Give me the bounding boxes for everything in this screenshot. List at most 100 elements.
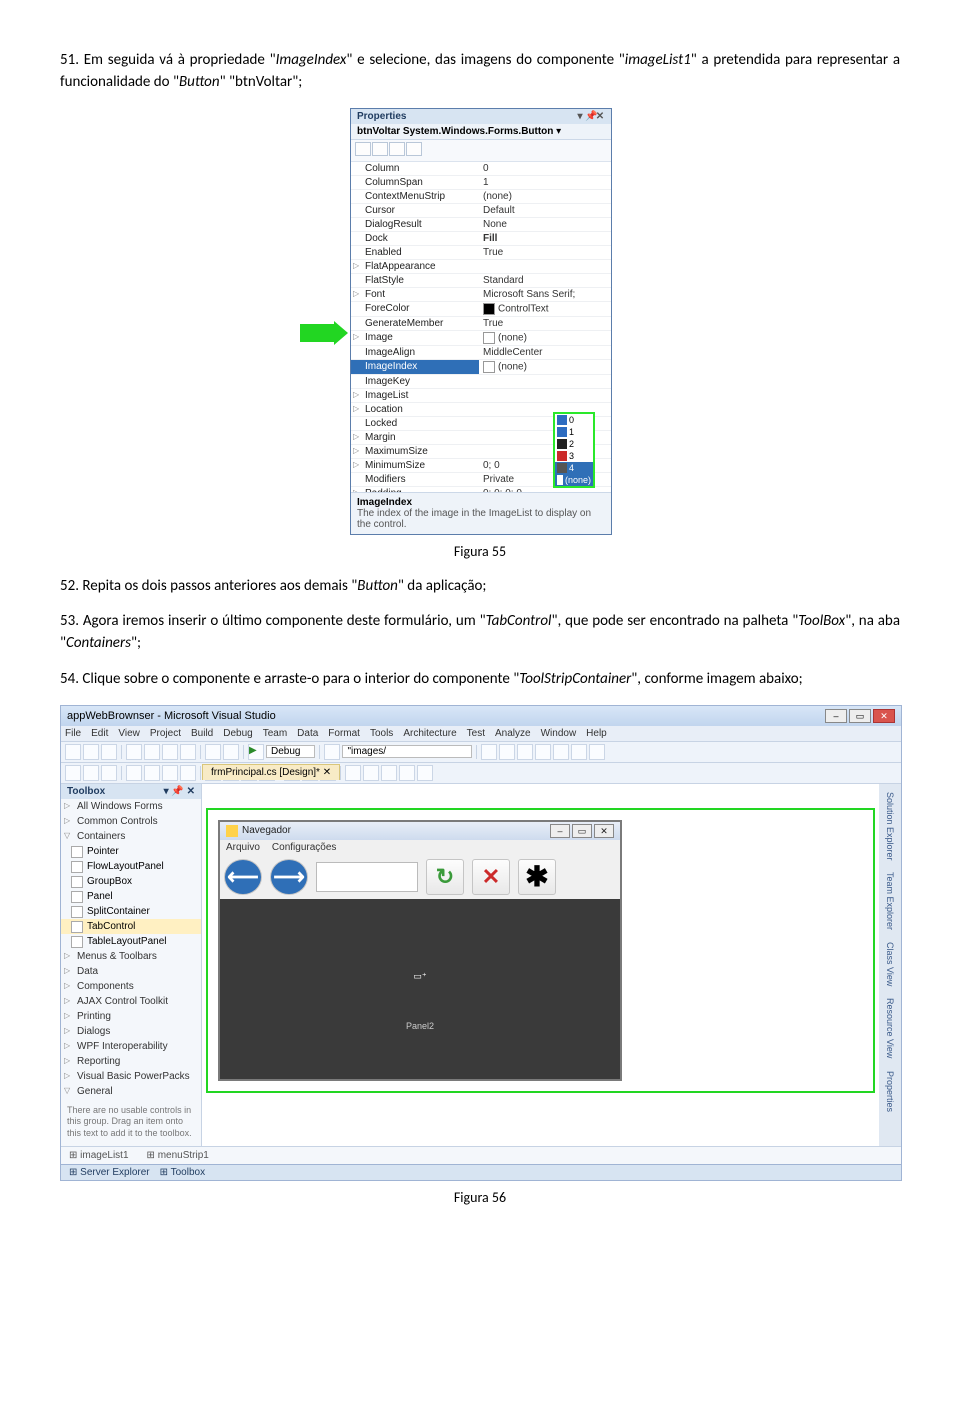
- toolbox-group[interactable]: Common Controls: [61, 814, 201, 829]
- designer-surface[interactable]: Navegador –▭✕ Arquivo Configurações ⟵ ⟶ ↻…: [206, 808, 875, 1093]
- toolbox-item[interactable]: Pointer: [61, 844, 201, 859]
- toolbox-item[interactable]: FlowLayoutPanel: [61, 859, 201, 874]
- document-tab[interactable]: frmPrincipal.cs [Design]* ✕: [202, 764, 340, 780]
- properties-panel: Properties ▾📌✕ btnVoltar System.Windows.…: [350, 108, 612, 535]
- property-row[interactable]: FlatAppearance: [351, 260, 611, 274]
- config-combo[interactable]: Debug: [266, 745, 315, 758]
- status-item[interactable]: ⊞ Server Explorer: [69, 1167, 150, 1178]
- property-row[interactable]: ForeColorControlText: [351, 302, 611, 317]
- form-menu-item[interactable]: Configurações: [272, 842, 336, 853]
- selected-object[interactable]: btnVoltar System.Windows.Forms.Button ▾: [351, 124, 611, 140]
- vs-menu-bar[interactable]: File Edit View Project Build Debug Team Data For…: [61, 726, 901, 742]
- property-row[interactable]: ImageKey: [351, 375, 611, 389]
- property-grid[interactable]: Column0ColumnSpan1ContextMenuStrip(none)…: [351, 162, 611, 492]
- menu-item[interactable]: Analyze: [495, 728, 531, 739]
- refresh-button[interactable]: ↻: [426, 859, 464, 895]
- form-title: Navegador: [242, 825, 291, 836]
- highlight-arrow: [300, 324, 336, 342]
- menu-item[interactable]: File: [65, 728, 81, 739]
- property-row[interactable]: FlatStyleStandard: [351, 274, 611, 288]
- form-menu-item[interactable]: Arquivo: [226, 842, 260, 853]
- property-row[interactable]: Image(none): [351, 331, 611, 346]
- side-tab[interactable]: Properties: [885, 1067, 895, 1116]
- vs-toolbar-2[interactable]: [61, 763, 901, 784]
- toolbox-group[interactable]: Menus & Toolbars: [61, 949, 201, 964]
- tray-item[interactable]: ⊞ imageList1: [69, 1150, 129, 1161]
- toolbox-item[interactable]: Panel: [61, 889, 201, 904]
- menu-item[interactable]: Window: [541, 728, 577, 739]
- properties-toolbar[interactable]: [351, 140, 611, 162]
- form-body[interactable]: ▭⁺ Panel2: [220, 899, 620, 1079]
- toolbox-group[interactable]: Data: [61, 964, 201, 979]
- panel2-label: Panel2: [406, 1021, 434, 1031]
- form-toolbar: ⟵ ⟶ ↻ ✕ ✱: [220, 855, 620, 899]
- toolbox-group[interactable]: General: [61, 1084, 201, 1099]
- toolbox-group[interactable]: AJAX Control Toolkit: [61, 994, 201, 1009]
- menu-item[interactable]: Project: [150, 728, 181, 739]
- form-menu[interactable]: Arquivo Configurações: [220, 840, 620, 855]
- toolbox-group[interactable]: All Windows Forms: [61, 799, 201, 814]
- toolbox-group[interactable]: Reporting: [61, 1054, 201, 1069]
- property-row[interactable]: DockFill: [351, 232, 611, 246]
- toolbox-item[interactable]: SplitContainer: [61, 904, 201, 919]
- status-bar[interactable]: ⊞ Server Explorer ⊞ Toolbox: [61, 1164, 901, 1180]
- property-row[interactable]: ColumnSpan1: [351, 176, 611, 190]
- property-row[interactable]: GenerateMemberTrue: [351, 317, 611, 331]
- property-row[interactable]: ContextMenuStrip(none): [351, 190, 611, 204]
- property-row[interactable]: CursorDefault: [351, 204, 611, 218]
- toolbox-group[interactable]: Dialogs: [61, 1024, 201, 1039]
- menu-item[interactable]: View: [118, 728, 140, 739]
- form-title-bar: Navegador –▭✕: [220, 822, 620, 840]
- search-combo[interactable]: "images/: [342, 745, 472, 758]
- vs-title-bar[interactable]: appWebBrownser - Microsoft Visual Studio…: [61, 706, 901, 726]
- vs-toolbar-1[interactable]: ▶ Debug "images/: [61, 742, 901, 763]
- panel-controls[interactable]: ▾📌✕: [575, 111, 605, 122]
- forward-button[interactable]: ⟶: [270, 859, 308, 895]
- menu-item[interactable]: Debug: [223, 728, 252, 739]
- side-tab[interactable]: Solution Explorer: [885, 788, 895, 865]
- menu-item[interactable]: Tools: [370, 728, 393, 739]
- side-tab[interactable]: Team Explorer: [885, 868, 895, 934]
- toolbox-item[interactable]: TabControl: [61, 919, 201, 934]
- form-navegador[interactable]: Navegador –▭✕ Arquivo Configurações ⟵ ⟶ ↻…: [218, 820, 622, 1081]
- side-tab[interactable]: Resource View: [885, 994, 895, 1062]
- toolbox-title[interactable]: Toolbox▾ 📌 ✕: [61, 784, 201, 799]
- back-button[interactable]: ⟵: [224, 859, 262, 895]
- property-row[interactable]: DialogResultNone: [351, 218, 611, 232]
- status-item[interactable]: ⊞ Toolbox: [160, 1167, 205, 1178]
- menu-item[interactable]: Format: [328, 728, 360, 739]
- menu-item[interactable]: Edit: [91, 728, 108, 739]
- toolbox-item[interactable]: GroupBox: [61, 874, 201, 889]
- toolbox-group[interactable]: WPF Interoperability: [61, 1039, 201, 1054]
- property-row[interactable]: ImageIndex(none): [351, 360, 611, 375]
- url-field[interactable]: [316, 862, 418, 892]
- menu-item[interactable]: Build: [191, 728, 213, 739]
- menu-item[interactable]: Test: [467, 728, 485, 739]
- property-row[interactable]: FontMicrosoft Sans Serif;: [351, 288, 611, 302]
- property-row[interactable]: EnabledTrue: [351, 246, 611, 260]
- toolbox-item[interactable]: TableLayoutPanel: [61, 934, 201, 949]
- toolbox-group[interactable]: Printing: [61, 1009, 201, 1024]
- side-tab[interactable]: Class View: [885, 938, 895, 990]
- toolbox-group[interactable]: Visual Basic PowerPacks: [61, 1069, 201, 1084]
- star-button[interactable]: ✱: [518, 859, 556, 895]
- right-sidebar[interactable]: Solution Explorer Team Explorer Class View…: [879, 784, 901, 1146]
- property-description: ImageIndex The index of the image in the…: [351, 492, 611, 534]
- toolbox-group[interactable]: Components: [61, 979, 201, 994]
- menu-item[interactable]: Help: [586, 728, 607, 739]
- property-row[interactable]: Column0: [351, 162, 611, 176]
- figure-55-caption: Figura 55: [60, 543, 900, 560]
- menu-item[interactable]: Data: [297, 728, 318, 739]
- property-row[interactable]: ImageList: [351, 389, 611, 403]
- properties-title: Properties: [357, 111, 406, 122]
- tray-item[interactable]: ⊞ menuStrip1: [147, 1150, 209, 1161]
- property-row[interactable]: ImageAlignMiddleCenter: [351, 346, 611, 360]
- window-buttons[interactable]: –▭✕: [823, 709, 895, 723]
- menu-item[interactable]: Team: [263, 728, 287, 739]
- image-index-dropdown[interactable]: 01234(none): [553, 412, 595, 488]
- stop-button[interactable]: ✕: [472, 859, 510, 895]
- menu-item[interactable]: Architecture: [403, 728, 456, 739]
- close-tab-icon[interactable]: ✕: [323, 767, 331, 778]
- component-tray[interactable]: ⊞ imageList1 ⊞ menuStrip1: [61, 1146, 901, 1164]
- toolbox-group[interactable]: Containers: [61, 829, 201, 844]
